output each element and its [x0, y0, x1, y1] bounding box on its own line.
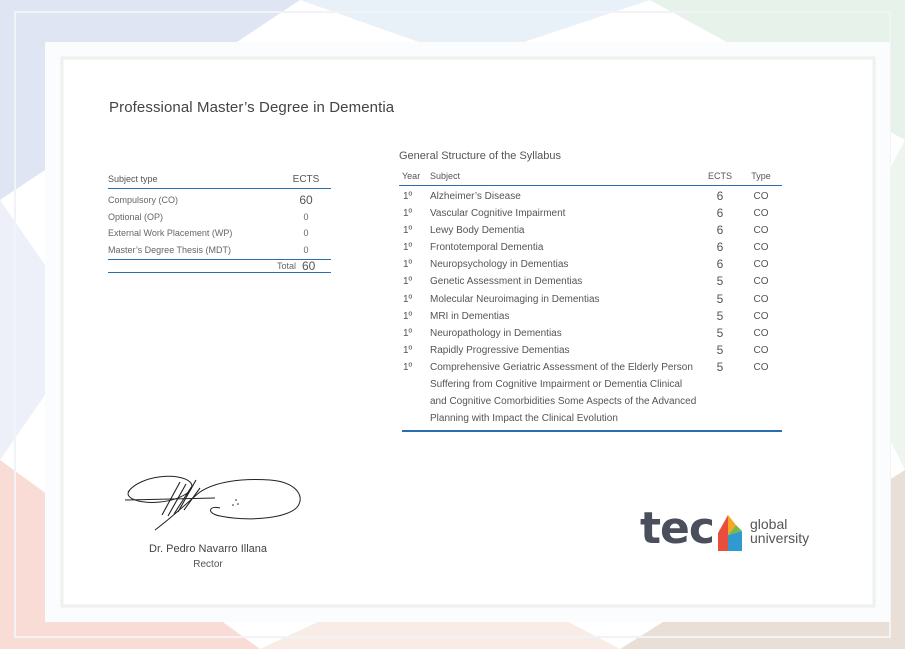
syllabus-row-ects: 5: [716, 308, 724, 323]
syllabus-row-subject: Genetic Assessment in Dementias: [430, 276, 583, 288]
syllabus-row: 1º Lewy Body Dementia 6 CO: [402, 222, 782, 239]
syllabus-row-subject: Comprehensive Geriatric Assessment of th…: [430, 361, 697, 425]
syllabus-row-ects: 6: [716, 240, 724, 255]
syllabus-row-type: CO: [753, 259, 769, 271]
syllabus-row-type: CO: [753, 208, 769, 220]
syllabus-row-type: CO: [753, 293, 769, 305]
syllabus-row-year: 1º: [403, 242, 413, 254]
syllabus-row: 1º Alzheimer’s Disease 6 CO: [402, 188, 782, 205]
syllabus-table: Year Subject ECTS Type 1º Alzheimer’s Dis…: [399, 171, 782, 433]
summary-row-label: Optional (OP): [108, 211, 164, 222]
syllabus-row-ects: 5: [716, 325, 724, 340]
syllabus-row-subject: Vascular Cognitive Impairment: [430, 208, 566, 220]
syllabus-row-ects: 6: [716, 257, 724, 272]
syllabus-body: 1º Alzheimer’s Disease 6 CO 1º Vascular Cogni…: [402, 186, 782, 433]
syllabus-row: 1º Molecular Neuroimaging in Dementias 5 CO: [402, 291, 782, 308]
logo-tagline: global university: [750, 517, 809, 545]
syllabus-row-year: 1º: [403, 191, 413, 202]
syllabus-row-ects: 6: [716, 206, 724, 221]
syllabus-row-year: 1º: [403, 344, 413, 356]
syllabus-row-ects: 5: [716, 274, 724, 289]
syllabus-row: 1º Frontotemporal Dementia 6 CO: [402, 239, 782, 256]
syllabus-header-type: Type: [751, 171, 771, 181]
summary-total-row: Total 60: [108, 259, 331, 273]
summary-row-value: 0: [303, 228, 309, 239]
tech-logo: tech global university: [640, 505, 815, 555]
syllabus-row-year: 1º: [403, 310, 413, 322]
summary-row-value: 60: [299, 193, 313, 208]
syllabus-header-subject: Subject: [430, 171, 461, 181]
syllabus-row-subject: Neuropathology in Dementias: [430, 327, 562, 339]
syllabus-row-subject: Alzheimer’s Disease: [430, 191, 521, 202]
degree-title: Professional Master’s Degree in Dementia: [109, 99, 395, 116]
syllabus-row-type: CO: [753, 242, 769, 254]
syllabus-row-ects: 5: [716, 359, 724, 374]
syllabus-row-ects: 5: [716, 291, 724, 306]
syllabus-row-subject: Rapidly Progressive Dementias: [430, 344, 570, 356]
syllabus-row-subject: Lewy Body Dementia: [430, 225, 525, 237]
syllabus-title: General Structure of the Syllabus: [399, 150, 562, 162]
signatory-name: Dr. Pedro Navarro Illana: [149, 543, 267, 555]
summary-row: Optional (OP) 0: [108, 209, 331, 226]
summary-row-label: Master’s Degree Thesis (MDT): [108, 244, 232, 255]
syllabus-row-ects: 5: [716, 342, 724, 357]
summary-header-subject-type: Subject type: [108, 174, 158, 184]
syllabus-row-subject: MRI in Dementias: [430, 310, 510, 322]
syllabus-row: 1º Genetic Assessment in Dementias 5 CO: [402, 273, 782, 290]
summary-row-value: 0: [303, 244, 309, 255]
syllabus-header-ects: ECTS: [707, 171, 732, 181]
syllabus-row-year: 1º: [403, 259, 413, 271]
syllabus-row-ects: 6: [716, 223, 724, 238]
syllabus-row-type: CO: [753, 361, 769, 373]
certificate-page: Professional Master’s Degree in Dementia…: [0, 0, 905, 649]
syllabus-row: 1º Comprehensive Geriatric Assessment of …: [402, 359, 782, 427]
syllabus-row-year: 1º: [403, 225, 413, 237]
syllabus-row: 1º MRI in Dementias 5 CO: [402, 308, 782, 325]
syllabus-row: 1º Neuropathology in Dementias 5 CO: [402, 325, 782, 342]
syllabus-row-year: 1º: [403, 208, 413, 220]
logo-tagline-line1: global: [750, 516, 788, 532]
syllabus-row-type: CO: [753, 344, 769, 356]
syllabus-row-year: 1º: [403, 327, 413, 339]
summary-row: Compulsory (CO) 60: [108, 192, 331, 209]
summary-row: External Work Placement (WP) 0: [108, 225, 331, 242]
syllabus-row-year: 1º: [403, 276, 413, 288]
summary-total-label: Total: [276, 261, 296, 271]
syllabus-row: 1º Vascular Cognitive Impairment 6 CO: [402, 205, 782, 222]
syllabus-row-subject: Molecular Neuroimaging in Dementias: [430, 293, 600, 305]
syllabus-row-type: CO: [753, 327, 769, 339]
summary-header-ects: ECTS: [292, 174, 320, 185]
syllabus-header: Year Subject ECTS Type: [399, 171, 782, 186]
syllabus-header-year: Year: [402, 171, 421, 181]
syllabus-row: 1º Rapidly Progressive Dementias 5 CO: [402, 342, 782, 359]
summary-row-label: Compulsory (CO): [108, 195, 179, 206]
syllabus-row-year: 1º: [403, 361, 413, 373]
syllabus-row-type: CO: [753, 191, 769, 202]
summary-row: Master’s Degree Thesis (MDT) 0: [108, 242, 331, 259]
syllabus-row-year: 1º: [403, 293, 413, 305]
summary-row-label: External Work Placement (WP): [108, 228, 233, 239]
logo-tagline-line2: university: [750, 530, 810, 546]
signature-image: [124, 475, 301, 531]
syllabus-row: 1º Neuropsychology in Dementias 6 CO: [402, 256, 782, 273]
summary-header: Subject type ECTS: [108, 174, 331, 189]
syllabus-row-ects: 6: [716, 189, 724, 203]
summary-row-value: 0: [303, 211, 309, 222]
syllabus-row-type: CO: [753, 310, 769, 322]
signatory-role: Rector: [193, 559, 223, 570]
logo-h-accent-icon: [718, 515, 742, 551]
syllabus-row-subject: Frontotemporal Dementia: [430, 242, 544, 254]
syllabus-row-type: CO: [753, 276, 769, 288]
syllabus-row-subject: Neuropsychology in Dementias: [430, 259, 569, 271]
summary-total-value: 60: [302, 259, 316, 273]
syllabus-row-type: CO: [753, 225, 769, 237]
ects-summary-table: Subject type ECTS Compulsory (CO) 60 Opt…: [108, 174, 331, 273]
